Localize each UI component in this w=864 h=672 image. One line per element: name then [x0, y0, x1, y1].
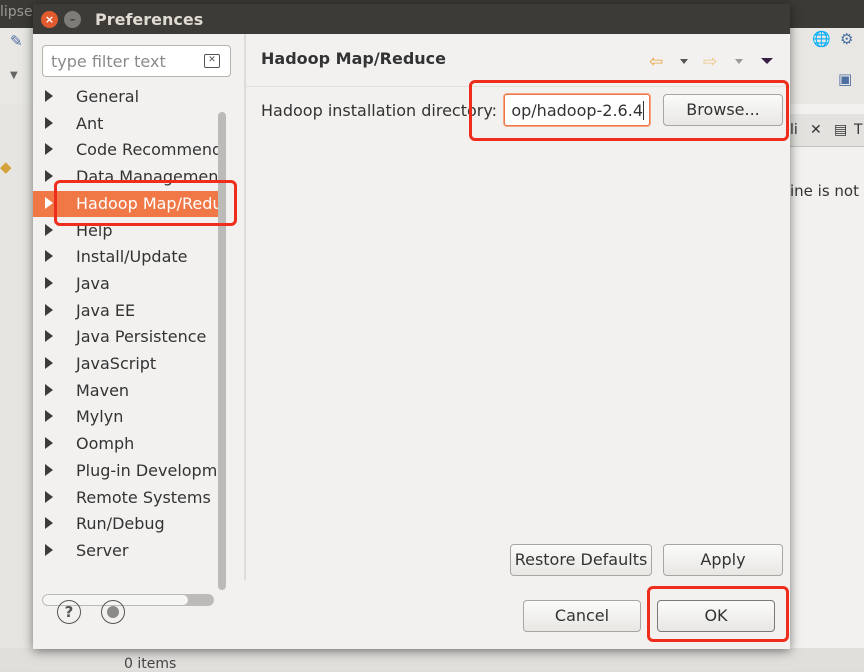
tasks-icon: ▤	[834, 122, 848, 138]
expand-arrow-icon[interactable]	[45, 116, 53, 129]
view-tab-label: li	[790, 122, 798, 138]
expand-arrow-icon[interactable]	[45, 143, 53, 156]
tree-item[interactable]: Code Recommend	[33, 137, 223, 163]
toolbar-tool-icon[interactable]: ✎	[10, 32, 23, 50]
record-macro-icon[interactable]	[101, 600, 125, 624]
tree-item-label: Remote Systems	[76, 487, 211, 507]
tree-item[interactable]: JavaScript	[33, 351, 223, 377]
tree-item[interactable]: Ant	[33, 111, 223, 137]
open-perspective-icon[interactable]: ▣	[838, 70, 852, 88]
dialog-title: Preferences	[95, 10, 204, 29]
view-message: ine is not a	[790, 182, 864, 200]
view-menu-icon[interactable]	[761, 58, 773, 64]
expand-arrow-icon[interactable]	[45, 276, 53, 289]
hadoop-directory-label: Hadoop installation directory:	[261, 101, 498, 120]
package-icon[interactable]: ◆	[0, 158, 12, 176]
tree-item[interactable]: Java Persistence	[33, 324, 223, 350]
tree-item-label: Java Persistence	[76, 327, 207, 347]
expand-arrow-icon[interactable]	[45, 517, 53, 530]
eclipse-left-strip: ◆	[0, 104, 33, 671]
tree-item-label: Maven	[76, 380, 130, 400]
expand-arrow-icon[interactable]	[45, 463, 53, 476]
view-tab[interactable]: li ✕ ▤ T	[790, 114, 864, 147]
filter-placeholder: type filter text	[51, 52, 166, 71]
expand-arrow-icon[interactable]	[45, 410, 53, 423]
tree-item-label: Install/Update	[76, 247, 188, 267]
cancel-button[interactable]: Cancel	[523, 600, 641, 632]
minimize-window-button[interactable]: –	[64, 11, 81, 28]
preference-navigation: type filter text ✕ General Ant Code Recomm…	[33, 34, 246, 606]
tree-item[interactable]: Java EE	[33, 298, 223, 324]
expand-arrow-icon[interactable]	[45, 90, 53, 102]
back-arrow-icon[interactable]: ⇦	[649, 52, 663, 72]
tree-item-label: Server	[76, 540, 129, 560]
restore-defaults-button[interactable]: Restore Defaults	[510, 544, 652, 576]
help-icon[interactable]: ?	[57, 600, 81, 624]
highlight-box-ok-button	[647, 586, 789, 642]
tree-item[interactable]: Server	[33, 538, 223, 564]
toolbar-dropdown-icon[interactable]: ▼	[10, 70, 18, 81]
dialog-title-bar: × – Preferences	[33, 4, 790, 34]
expand-arrow-icon[interactable]	[45, 383, 53, 396]
tree-item[interactable]: Maven	[33, 378, 223, 404]
tree-item-label: Code Recommend	[76, 140, 223, 160]
tree-item-label: JavaScript	[76, 354, 157, 373]
clear-filter-icon[interactable]: ✕	[204, 54, 220, 68]
page-title: Hadoop Map/Reduce	[261, 49, 447, 68]
filter-input[interactable]: type filter text ✕	[42, 45, 231, 77]
forward-history-dropdown-icon[interactable]	[735, 59, 743, 64]
close-window-button[interactable]: ×	[41, 11, 58, 28]
expand-arrow-icon[interactable]	[45, 543, 53, 556]
expand-arrow-icon[interactable]	[45, 196, 53, 209]
apply-button[interactable]: Apply	[663, 544, 783, 576]
expand-arrow-icon[interactable]	[45, 303, 53, 316]
expand-arrow-icon[interactable]	[45, 437, 53, 450]
eclipse-status-bar: 0 items	[0, 648, 864, 672]
expand-arrow-icon[interactable]	[45, 357, 53, 369]
tree-item[interactable]: Run/Debug	[33, 511, 223, 537]
close-icon[interactable]: ✕	[810, 122, 822, 138]
tree-item-label: General	[76, 87, 140, 106]
perspective-icon[interactable]: ⚙	[840, 30, 853, 48]
tree-item[interactable]: Plug-in Developme	[33, 458, 223, 484]
forward-arrow-icon[interactable]: ⇨	[703, 52, 717, 72]
tree-item-label: Oomph	[76, 434, 135, 454]
expand-arrow-icon[interactable]	[45, 490, 53, 503]
expand-arrow-icon[interactable]	[45, 223, 53, 236]
tree-item[interactable]: Install/Update	[33, 244, 223, 270]
eclipse-window-title: lipse	[0, 4, 33, 20]
preference-tree: General Ant Code Recommend Data Management H…	[33, 84, 223, 568]
tree-item[interactable]: General	[33, 84, 223, 110]
tree-item[interactable]: Mylyn	[33, 404, 223, 430]
highlight-box-tree-selection	[54, 180, 237, 226]
tree-item-label: Mylyn	[76, 407, 124, 427]
tree-item[interactable]: Java	[33, 271, 223, 297]
expand-arrow-icon[interactable]	[45, 250, 53, 263]
globe-icon[interactable]: 🌐	[812, 30, 831, 48]
tree-item-label: Java EE	[76, 300, 136, 320]
tree-item-label: Plug-in Developme	[76, 460, 223, 480]
expand-arrow-icon[interactable]	[45, 170, 53, 183]
status-text: 0 items	[124, 656, 177, 672]
eclipse-right-view: li ✕ ▤ T ine is not a	[790, 104, 864, 671]
tree-item[interactable]: Oomph	[33, 431, 223, 457]
view-tab-label-2: T	[854, 122, 863, 138]
tree-item-label: Ant	[76, 113, 104, 133]
tree-item-label: Java	[76, 273, 110, 293]
expand-arrow-icon[interactable]	[45, 330, 53, 343]
back-history-dropdown-icon[interactable]	[680, 59, 688, 64]
tree-item-label: Run/Debug	[76, 514, 165, 534]
highlight-box-directory-field	[469, 80, 789, 141]
tree-item[interactable]: Remote Systems	[33, 485, 223, 511]
